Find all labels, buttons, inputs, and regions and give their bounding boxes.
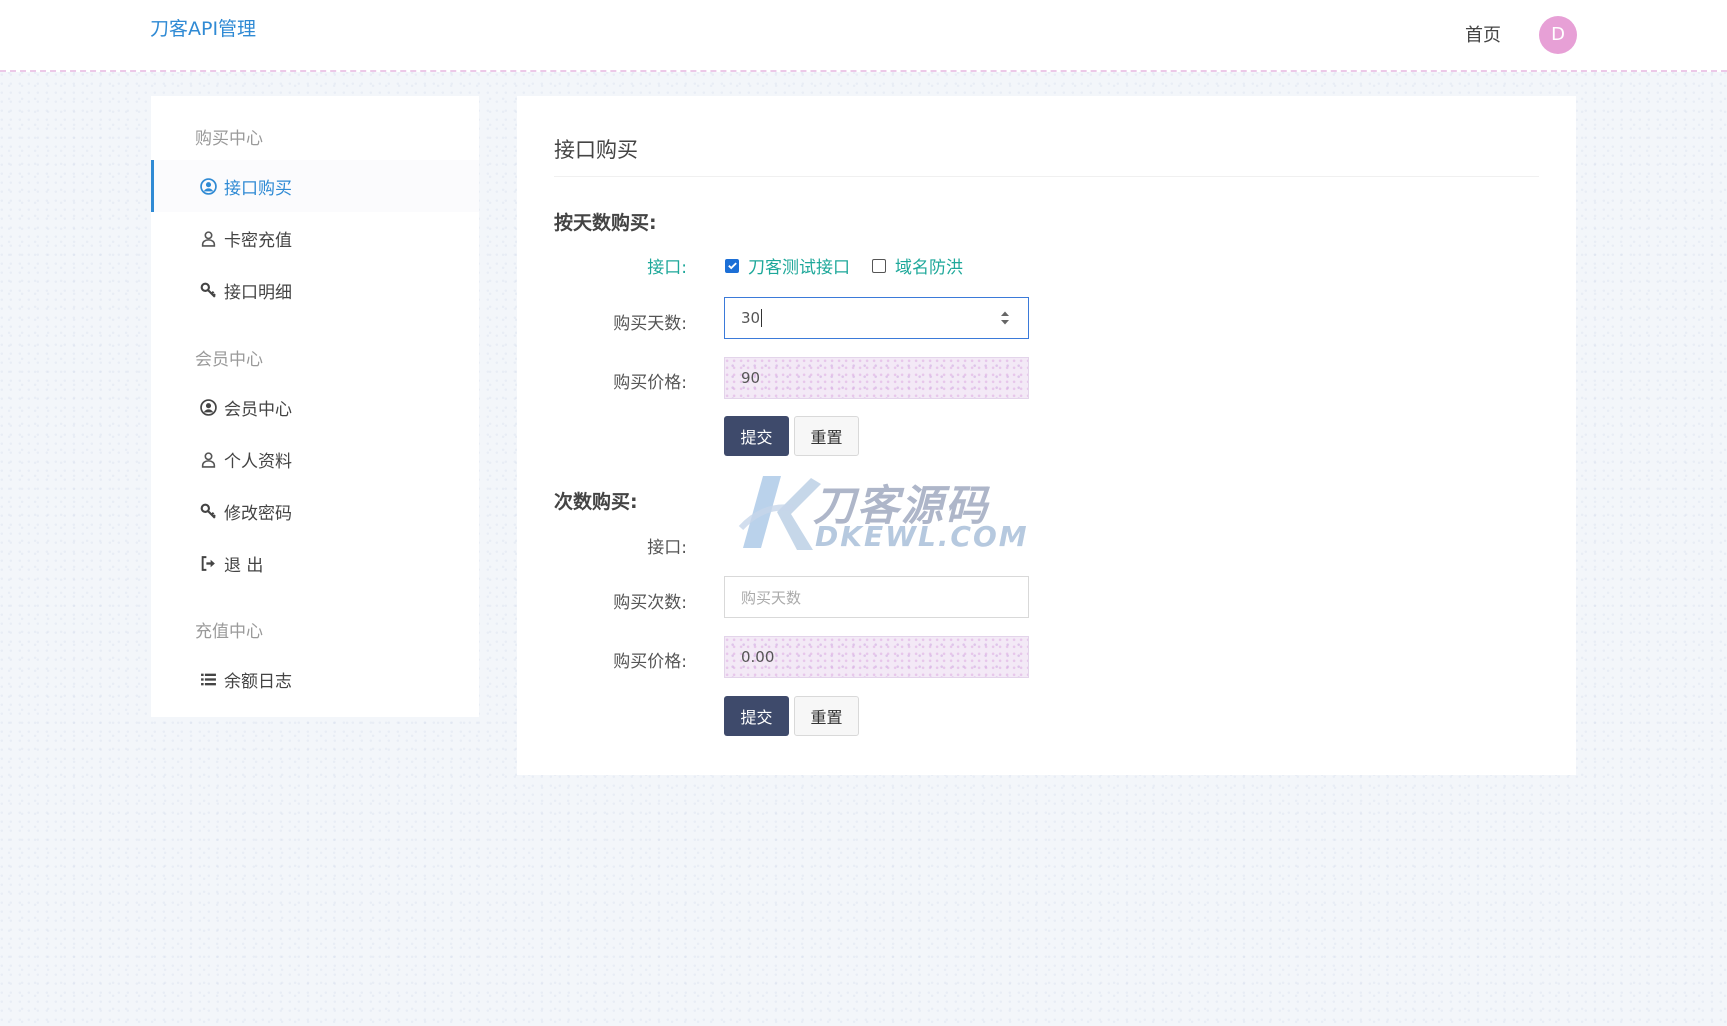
- sidebar-item-member-center[interactable]: 会员中心: [151, 381, 479, 433]
- sidebar-item-label: 个人资料: [224, 451, 292, 472]
- price-readonly-field: 90: [724, 357, 1029, 399]
- sidebar-item-logout[interactable]: 退 出: [151, 537, 479, 589]
- key-icon: [199, 281, 217, 299]
- submit-button[interactable]: 提交: [724, 696, 789, 736]
- price-readonly-field: 0.00: [724, 636, 1029, 678]
- count-placeholder: 购买天数: [741, 588, 802, 607]
- days-number-input[interactable]: 30: [724, 297, 1029, 339]
- avatar[interactable]: D: [1539, 16, 1577, 54]
- user-circle-icon: [199, 177, 217, 195]
- sidebar-item-api-purchase[interactable]: 接口购买: [151, 160, 479, 212]
- sidebar-group-purchase: 购买中心: [195, 129, 263, 149]
- sidebar-item-label: 卡密充值: [224, 230, 292, 251]
- count-label: 购买次数:: [613, 593, 687, 613]
- sidebar-item-balance-log[interactable]: 余额日志: [151, 653, 479, 705]
- submit-button[interactable]: 提交: [724, 416, 789, 456]
- key-icon: [199, 502, 217, 520]
- user-circle-icon: [199, 398, 217, 416]
- price-label: 购买价格:: [613, 373, 687, 393]
- interface-label: 接口:: [647, 258, 687, 278]
- checkbox-domain-antiflood[interactable]: 域名防洪: [872, 253, 963, 278]
- brand-title[interactable]: 刀客API管理: [150, 14, 256, 41]
- count-input[interactable]: 购买天数: [724, 576, 1029, 618]
- sidebar-item-label: 接口明细: [224, 282, 292, 303]
- checkbox-test-api[interactable]: 刀客测试接口: [725, 253, 850, 278]
- list-icon: [199, 670, 217, 688]
- sidebar: 购买中心 接口购买 卡密充值 接口明细 会员中心 会员中心 个人资料 修改密码 …: [151, 96, 479, 717]
- sidebar-item-label: 接口购买: [224, 178, 292, 199]
- price-value: 90: [741, 369, 761, 387]
- interface-label: 接口:: [647, 538, 687, 558]
- checkbox-unchecked-icon[interactable]: [872, 258, 886, 273]
- checkbox-label: 刀客测试接口: [748, 258, 850, 278]
- top-navbar: 刀客API管理 首页 D: [0, 0, 1727, 72]
- reset-button[interactable]: 重置: [794, 416, 859, 456]
- sidebar-group-recharge: 充值中心: [195, 622, 263, 642]
- days-label: 购买天数:: [613, 314, 687, 334]
- text-cursor: [761, 309, 763, 327]
- sidebar-item-label: 会员中心: [224, 399, 292, 420]
- sidebar-item-label: 退 出: [224, 555, 264, 576]
- price-value: 0.00: [741, 648, 775, 666]
- section-title-by-count: 次数购买:: [554, 491, 638, 513]
- checkbox-checked-icon[interactable]: [725, 258, 739, 273]
- title-divider: [554, 176, 1539, 177]
- section-title-by-days: 按天数购买:: [554, 212, 657, 234]
- sidebar-group-member: 会员中心: [195, 350, 263, 370]
- user-outline-icon: [199, 450, 217, 468]
- nav-home-link[interactable]: 首页: [1465, 21, 1501, 47]
- sidebar-item-profile[interactable]: 个人资料: [151, 433, 479, 485]
- purchase-panel: 接口购买 按天数购买: 接口: 刀客测试接口 域名防洪 购买天数: 30 购买价…: [517, 96, 1576, 775]
- sign-out-icon: [199, 554, 217, 572]
- sidebar-item-change-password[interactable]: 修改密码: [151, 485, 479, 537]
- user-outline-icon: [199, 229, 217, 247]
- sidebar-item-label: 余额日志: [224, 671, 292, 692]
- reset-button[interactable]: 重置: [794, 696, 859, 736]
- page-title: 接口购买: [554, 138, 638, 162]
- days-value: 30: [741, 309, 761, 327]
- number-spinner-icon[interactable]: [1000, 308, 1010, 328]
- sidebar-item-card-recharge[interactable]: 卡密充值: [151, 212, 479, 264]
- price-label: 购买价格:: [613, 652, 687, 672]
- checkbox-label: 域名防洪: [895, 258, 963, 278]
- sidebar-item-api-details[interactable]: 接口明细: [151, 264, 479, 316]
- sidebar-item-label: 修改密码: [224, 503, 292, 524]
